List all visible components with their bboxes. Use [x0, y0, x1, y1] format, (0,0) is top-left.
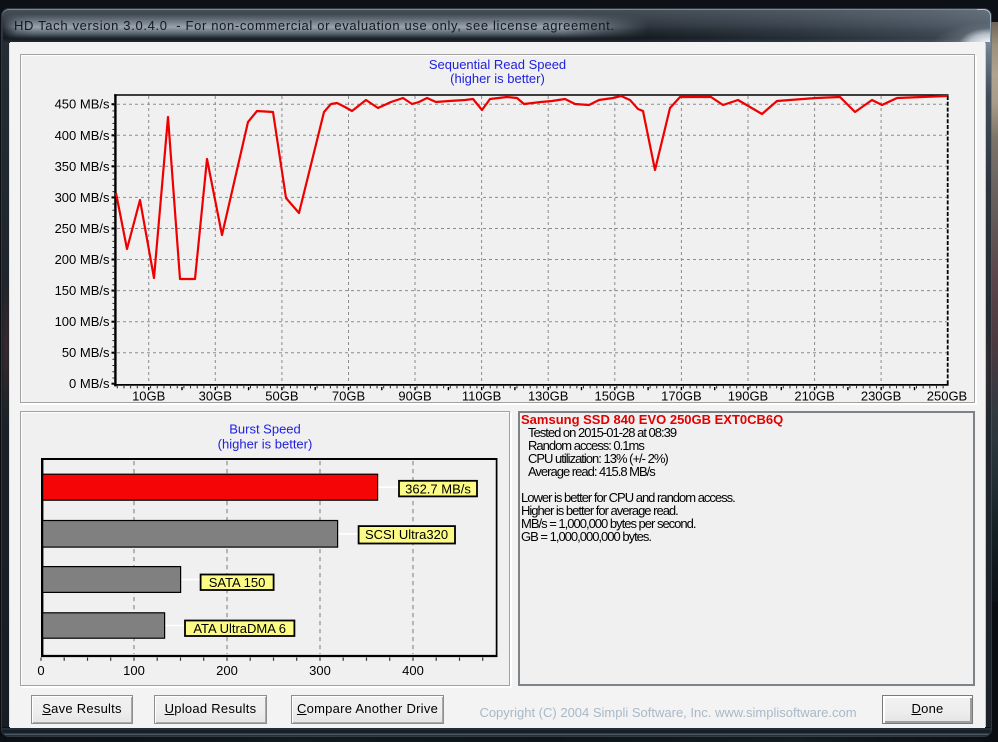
svg-text:230GB: 230GB: [861, 389, 901, 403]
svg-text:ATA UltraDMA 6: ATA UltraDMA 6: [193, 621, 286, 636]
svg-text:200: 200: [216, 663, 238, 678]
svg-text:(higher is better): (higher is better): [450, 71, 545, 86]
svg-text:150 MB/s: 150 MB/s: [55, 283, 110, 298]
svg-text:Burst Speed: Burst Speed: [229, 422, 301, 437]
svg-text:300 MB/s: 300 MB/s: [55, 190, 110, 205]
svg-text:30GB: 30GB: [199, 389, 232, 403]
svg-text:110GB: 110GB: [462, 389, 502, 403]
svg-text:350 MB/s: 350 MB/s: [55, 159, 110, 174]
svg-text:100: 100: [123, 663, 145, 678]
svg-text:100 MB/s: 100 MB/s: [55, 314, 110, 329]
svg-text:(higher is better): (higher is better): [218, 437, 313, 452]
svg-text:250GB: 250GB: [927, 389, 967, 403]
svg-text:SATA 150: SATA 150: [209, 575, 266, 590]
svg-text:Sequential Read Speed: Sequential Read Speed: [429, 57, 566, 72]
svg-text:210GB: 210GB: [794, 389, 834, 403]
svg-text:362.7 MB/s: 362.7 MB/s: [405, 482, 471, 497]
svg-text:SCSI Ultra320: SCSI Ultra320: [365, 527, 448, 542]
svg-text:130GB: 130GB: [528, 389, 568, 403]
svg-text:70GB: 70GB: [332, 389, 365, 403]
svg-text:90GB: 90GB: [398, 389, 431, 403]
svg-text:450 MB/s: 450 MB/s: [55, 97, 110, 112]
svg-text:170GB: 170GB: [661, 389, 701, 403]
svg-text:10GB: 10GB: [132, 389, 165, 403]
svg-text:250 MB/s: 250 MB/s: [55, 221, 110, 236]
svg-text:400: 400: [402, 663, 424, 678]
svg-text:190GB: 190GB: [728, 389, 768, 403]
svg-text:50 MB/s: 50 MB/s: [62, 345, 110, 360]
svg-text:300: 300: [309, 663, 331, 678]
svg-text:50GB: 50GB: [265, 389, 298, 403]
svg-text:0 MB/s: 0 MB/s: [69, 376, 110, 391]
svg-text:400 MB/s: 400 MB/s: [55, 128, 110, 143]
svg-text:150GB: 150GB: [595, 389, 635, 403]
svg-text:0: 0: [37, 663, 44, 678]
svg-text:200 MB/s: 200 MB/s: [55, 252, 110, 267]
